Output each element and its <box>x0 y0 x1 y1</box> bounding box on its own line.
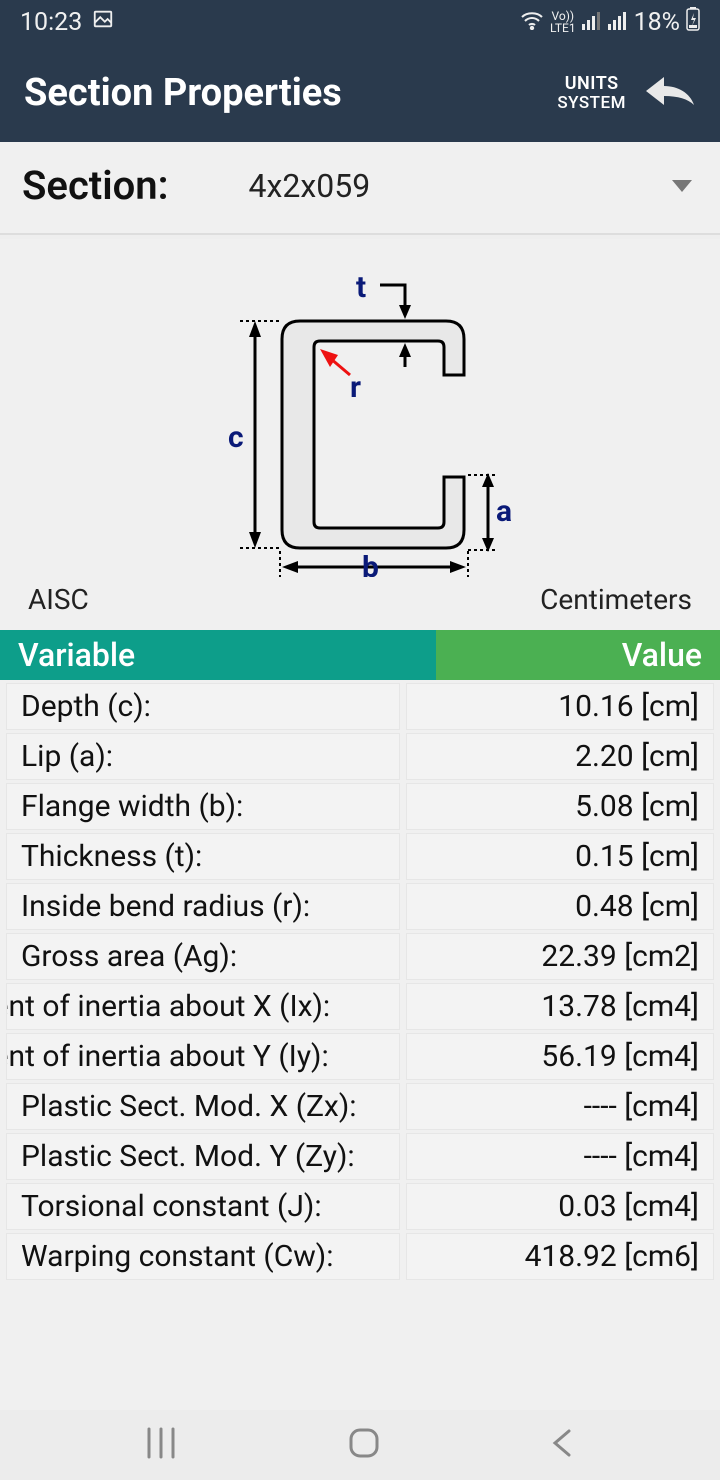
table-row: Torsional constant (J):0.03 [cm4] <box>6 1183 714 1230</box>
system-nav-bar <box>0 1410 720 1480</box>
cell-value: 13.78 [cm4] <box>406 983 714 1030</box>
table-header: Variable Value <box>0 630 720 680</box>
th-value: Value <box>436 630 720 680</box>
cell-value: 0.48 [cm] <box>406 883 714 930</box>
cell-variable: Moment of inertia about X (Ix): <box>6 983 400 1030</box>
section-selector-row: Section: 4x2x059 <box>0 142 720 235</box>
status-bar: 10:23 Vo)) LTE1 <box>0 0 720 44</box>
status-time: 10:23 <box>20 8 82 37</box>
table-row: Thickness (t):0.15 [cm] <box>6 833 714 880</box>
section-value: 4x2x059 <box>249 167 371 205</box>
wifi-icon <box>520 8 544 37</box>
cell-variable: Moment of inertia about Y (Iy): <box>6 1033 400 1080</box>
cell-variable: Flange width (b): <box>6 783 400 830</box>
table-row: Flange width (b):5.08 [cm] <box>6 783 714 830</box>
cell-variable: Warping constant (Cw): <box>6 1233 400 1280</box>
recents-button[interactable] <box>143 1425 179 1465</box>
svg-text:r: r <box>350 370 361 405</box>
table-row: Depth (c):10.16 [cm] <box>6 683 714 730</box>
cell-variable: Plastic Sect. Mod. Y (Zy): <box>6 1133 400 1180</box>
battery-icon <box>686 7 700 38</box>
cell-variable: Lip (a): <box>6 733 400 780</box>
svg-text:c: c <box>228 420 244 455</box>
section-diagram: c t r a b <box>180 257 540 577</box>
signal-icon <box>582 8 602 37</box>
table-row: Moment of inertia about X (Ix):13.78 [cm… <box>6 983 714 1030</box>
page-title: Section Properties <box>24 71 342 115</box>
cell-value: 10.16 [cm] <box>406 683 714 730</box>
table-row: Plastic Sect. Mod. X (Zx):---- [cm4] <box>6 1083 714 1130</box>
cell-value: 22.39 [cm2] <box>406 933 714 980</box>
app-bar: Section Properties UNITS SYSTEM <box>0 44 720 142</box>
chevron-down-icon <box>672 180 692 192</box>
cell-variable: Inside bend radius (r): <box>6 883 400 930</box>
section-label: Section: <box>22 162 169 209</box>
table-row: Plastic Sect. Mod. Y (Zy):---- [cm4] <box>6 1133 714 1180</box>
cell-variable: Thickness (t): <box>6 833 400 880</box>
home-button[interactable] <box>346 1425 382 1465</box>
cell-value: 0.15 [cm] <box>406 833 714 880</box>
units-system-button[interactable]: UNITS SYSTEM <box>557 74 626 112</box>
lte-indicator: Vo)) LTE1 <box>550 10 576 34</box>
table-row: Lip (a):2.20 [cm] <box>6 733 714 780</box>
cell-value: 5.08 [cm] <box>406 783 714 830</box>
cell-value: 2.20 [cm] <box>406 733 714 780</box>
svg-text:a: a <box>496 494 512 529</box>
table-row: Warping constant (Cw):418.92 [cm6] <box>6 1233 714 1280</box>
back-button[interactable] <box>549 1425 577 1465</box>
units-line2: SYSTEM <box>557 94 626 113</box>
cell-value: ---- [cm4] <box>406 1083 714 1130</box>
units-line1: UNITS <box>557 74 626 94</box>
cell-value: 0.03 [cm4] <box>406 1183 714 1230</box>
back-arrow-icon[interactable] <box>644 71 696 115</box>
cell-variable: Plastic Sect. Mod. X (Zx): <box>6 1083 400 1130</box>
unit-label: Centimeters <box>540 583 692 616</box>
properties-table: Depth (c):10.16 [cm]Lip (a):2.20 [cm]Fla… <box>0 683 720 1280</box>
standard-label: AISC <box>28 583 89 616</box>
table-row: Moment of inertia about Y (Iy):56.19 [cm… <box>6 1033 714 1080</box>
svg-text:t: t <box>356 270 366 305</box>
cell-variable: Gross area (Ag): <box>6 933 400 980</box>
table-row: Inside bend radius (r):0.48 [cm] <box>6 883 714 930</box>
signal-icon-2 <box>608 8 628 37</box>
section-dropdown[interactable]: 4x2x059 <box>209 167 698 205</box>
battery-percent: 18% <box>634 8 680 37</box>
cell-value: 56.19 [cm4] <box>406 1033 714 1080</box>
cell-value: 418.92 [cm6] <box>406 1233 714 1280</box>
cell-value: ---- [cm4] <box>406 1133 714 1180</box>
picture-icon <box>92 8 114 37</box>
cell-variable: Depth (c): <box>6 683 400 730</box>
table-row: Gross area (Ag):22.39 [cm2] <box>6 933 714 980</box>
th-variable: Variable <box>0 630 436 680</box>
diagram-panel: c t r a b <box>0 235 720 630</box>
cell-variable: Torsional constant (J): <box>6 1183 400 1230</box>
svg-text:b: b <box>362 550 379 577</box>
